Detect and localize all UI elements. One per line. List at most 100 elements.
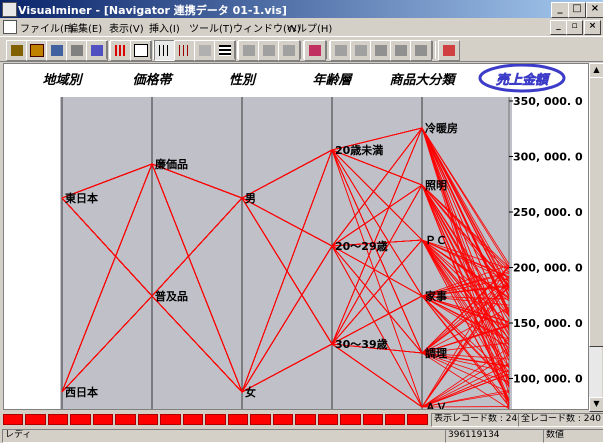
scale-label: 150, 000. 0: [513, 317, 583, 330]
progress-segment: [70, 414, 91, 425]
progress-segment: [227, 414, 249, 425]
chart-canvas: 地域別 価格帯 性別 年齢層 商品大分類 売上金額東日本西日本 廉価品普及品 男女 20歳未満 2…: [42, 64, 588, 410]
menu-file[interactable]: ファイル(F): [20, 20, 74, 35]
preview-icon[interactable]: [86, 40, 108, 61]
maximize-button[interactable]: □: [568, 2, 586, 18]
scroll-down-icon[interactable]: ▼: [589, 397, 603, 412]
age-label: 30～39歳: [335, 337, 388, 351]
minimize-button[interactable]: _: [551, 2, 569, 18]
record-bar: 表示レコード数 : 240 全レコード数 : 240: [0, 413, 603, 427]
parallel-coordinates-chart[interactable]: 地域別 価格帯 性別 年齢層 商品大分類 売上金額東日本西日本 廉価品普及品 男女 20歳未満 2…: [3, 63, 589, 410]
progress-segment: [137, 414, 159, 425]
status-text: レディ: [2, 429, 446, 443]
progress-segment: [47, 414, 69, 425]
zoom-icon[interactable]: [194, 40, 216, 61]
brush-icon[interactable]: [390, 40, 412, 61]
save-icon[interactable]: [26, 40, 48, 61]
record-progress: [3, 414, 428, 425]
document-icon[interactable]: [3, 20, 17, 34]
mdi-restore-button[interactable]: ▫: [566, 20, 583, 35]
properties-icon[interactable]: [130, 40, 152, 61]
close-button[interactable]: ×: [586, 2, 603, 18]
about-icon[interactable]: [438, 40, 460, 61]
scale-label: 200, 000. 0: [513, 262, 583, 275]
progress-segment: [25, 414, 46, 425]
bar-chart-icon[interactable]: [110, 40, 132, 61]
scale-label: 350, 000. 0: [513, 95, 583, 108]
axis-age-header: 年齢層: [312, 72, 353, 88]
progress-segment: [205, 414, 226, 425]
scale-label: 300, 000. 0: [513, 151, 583, 164]
gender-label: 男: [245, 192, 256, 205]
progress-segment: [160, 414, 181, 425]
toolbar: [0, 36, 603, 62]
product-label: 照明: [425, 179, 447, 192]
progress-segment: [92, 414, 114, 425]
cluster-icon[interactable]: [238, 40, 260, 61]
progress-segment: [295, 414, 316, 425]
vertical-scrollbar[interactable]: ▲ ▼: [589, 63, 603, 412]
menu-view[interactable]: 表示(V): [109, 20, 144, 35]
menu-help[interactable]: ヘルプ(H): [287, 20, 332, 35]
price-label: 廉価品: [155, 157, 188, 171]
export-icon[interactable]: [350, 40, 372, 61]
axis-sales-header: 売上金額: [496, 72, 551, 88]
status-value: 396119134: [445, 429, 544, 443]
progress-segment: [407, 414, 428, 425]
axis-gender-header: 性別: [229, 72, 257, 88]
table-icon[interactable]: [214, 40, 236, 61]
menu-bar: ファイル(F) 編集(E) 表示(V) 挿入(I) ツール(T) ウィンドウ(W…: [0, 18, 603, 36]
product-label: 調理: [425, 346, 447, 360]
axis-price-header: 価格帯: [132, 72, 174, 88]
gender-label: 女: [245, 385, 256, 399]
app-icon[interactable]: [2, 2, 17, 17]
region-label: 東日本: [65, 191, 98, 205]
region-label: 西日本: [65, 385, 98, 399]
progress-segment: [3, 414, 24, 425]
product-label: 家事: [425, 289, 447, 303]
parallel-chart-icon[interactable]: [154, 40, 176, 61]
progress-segment: [340, 414, 361, 425]
menu-tools[interactable]: ツール(T): [189, 20, 233, 35]
age-label: 20～29歳: [335, 239, 388, 253]
db-icon[interactable]: [46, 40, 68, 61]
scale-label: 250, 000. 0: [513, 206, 583, 219]
product-label: ＰＣ: [425, 234, 447, 247]
tile-icon[interactable]: [330, 40, 352, 61]
displayed-records: 表示レコード数 : 240: [431, 413, 519, 427]
mdi-close-button[interactable]: ×: [584, 20, 601, 35]
price-label: 普及品: [155, 289, 188, 303]
menu-insert[interactable]: 挿入(I): [149, 20, 180, 35]
axis-product-header: 商品大分類: [389, 72, 457, 88]
mdi-minimize-button[interactable]: _: [550, 20, 567, 35]
select-icon[interactable]: [410, 40, 432, 61]
age-label: 20歳未満: [335, 143, 383, 157]
tree-icon[interactable]: [278, 40, 300, 61]
title-bar: Visualminer - [Navigator 連携データ 01-1.vis]…: [0, 0, 603, 18]
product-label: 冷暖房: [425, 121, 458, 135]
parallel-alt-icon[interactable]: [174, 40, 196, 61]
scale-label: 100, 000. 0: [513, 373, 583, 386]
network-icon[interactable]: [304, 40, 326, 61]
total-records: 全レコード数 : 240: [518, 413, 603, 427]
scroll-up-icon[interactable]: ▲: [589, 63, 603, 78]
pen-icon[interactable]: [370, 40, 392, 61]
open-icon[interactable]: [6, 40, 28, 61]
cluster-alt-icon[interactable]: [258, 40, 280, 61]
window-title: Visualminer - [Navigator 連携データ 01-1.vis]: [18, 4, 287, 17]
product-label: ＡＶ: [425, 401, 447, 410]
progress-segment: [362, 414, 383, 425]
toolbar-separator: [432, 41, 436, 59]
progress-segment: [115, 414, 136, 425]
scale-panel: [512, 97, 588, 409]
status-mode: 数値: [543, 429, 603, 443]
progress-segment: [182, 414, 204, 425]
progress-segment: [250, 414, 271, 425]
print-icon[interactable]: [66, 40, 88, 61]
axis-region-header: 地域別: [42, 72, 83, 88]
progress-segment: [317, 414, 339, 425]
menu-edit[interactable]: 編集(E): [68, 20, 102, 35]
scroll-thumb[interactable]: [589, 77, 603, 347]
status-bar: レディ 396119134 数値: [0, 428, 603, 443]
progress-segment: [272, 414, 294, 425]
